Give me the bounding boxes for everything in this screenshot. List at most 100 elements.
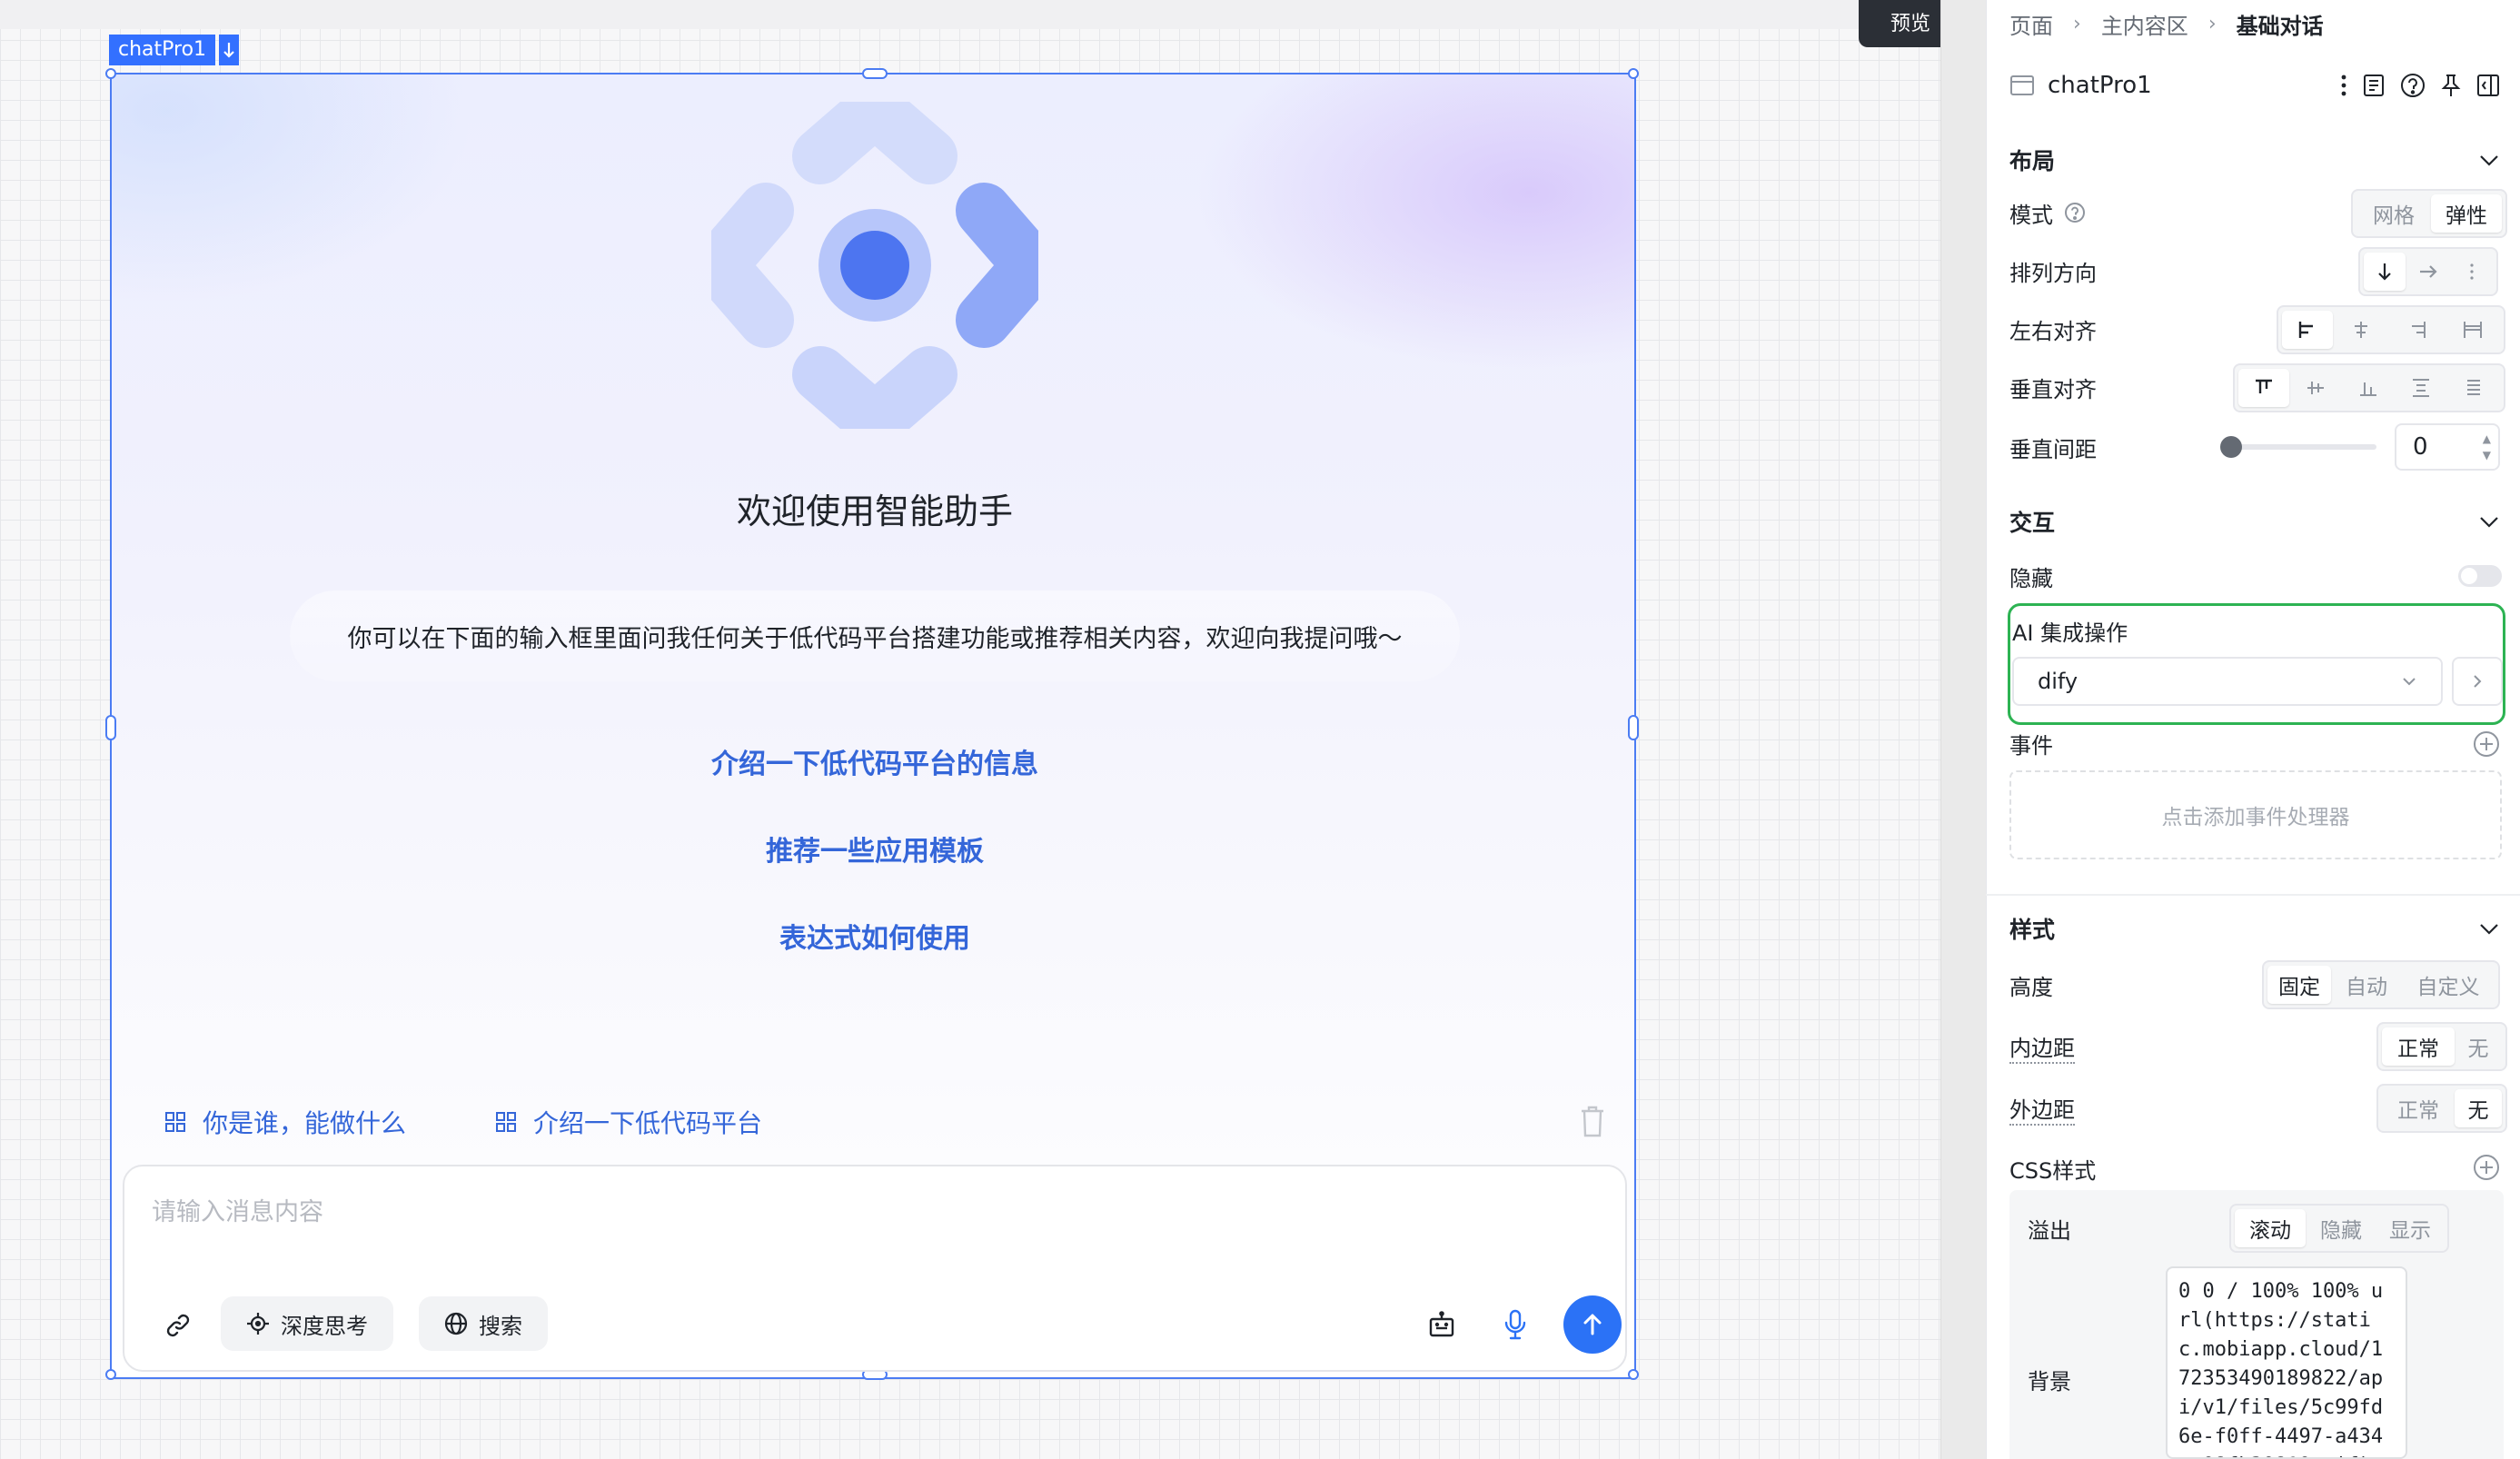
v-gap-slider-track[interactable]: [2231, 444, 2376, 450]
search-label: 搜索: [479, 1313, 522, 1339]
selection-label[interactable]: chatPro1: [109, 35, 240, 65]
component-header: chatPro1: [2009, 67, 2500, 104]
overflow-option-hidden[interactable]: 隐藏: [2306, 1209, 2376, 1247]
suggestion-item[interactable]: 介绍一下低代码平台的信息: [112, 741, 1638, 781]
margin-segmented: 正常 无: [2376, 1084, 2507, 1133]
component-icon: [2010, 75, 2034, 95]
chevron-down-icon[interactable]: [2478, 153, 2500, 167]
style-section-header[interactable]: 样式: [2009, 910, 2500, 947]
add-event-icon[interactable]: [2473, 730, 2500, 758]
breadcrumb: 页面 › 主内容区 › 基础对话: [2009, 7, 2324, 40]
chevron-down-icon[interactable]: [2478, 921, 2500, 936]
deep-think-button[interactable]: 深度思考: [221, 1296, 393, 1351]
events-label: 事件: [2009, 732, 2053, 759]
margin-option-normal[interactable]: 正常: [2382, 1089, 2455, 1127]
message-input[interactable]: 请输入消息内容 深度思考 搜索: [123, 1165, 1627, 1372]
ai-integration-label: AI 集成操作: [2012, 620, 2128, 646]
interaction-section-header[interactable]: 交互: [2009, 503, 2500, 540]
grid-icon: [496, 1112, 516, 1132]
height-option-auto[interactable]: 自动: [2331, 966, 2402, 1004]
align-stretch-icon[interactable]: [2447, 369, 2500, 407]
ai-integration-select[interactable]: dify: [2012, 657, 2443, 706]
component-name[interactable]: chatPro1: [2048, 72, 2152, 99]
arrow-right-icon: [2420, 265, 2437, 278]
document-icon[interactable]: [2362, 74, 2386, 97]
selected-component-name[interactable]: chatPro1: [109, 35, 216, 65]
search-button[interactable]: 搜索: [419, 1296, 548, 1351]
more-icon[interactable]: [2340, 74, 2347, 97]
height-option-custom[interactable]: 自定义: [2402, 966, 2495, 1004]
add-css-icon[interactable]: [2473, 1154, 2500, 1181]
background-label: 背景: [2028, 1368, 2071, 1394]
v-gap-input[interactable]: 0 ▲ ▼: [2395, 423, 2500, 471]
quick-prompt[interactable]: 你是谁，能做什么: [164, 1099, 406, 1145]
suggestion-item[interactable]: 表达式如何使用: [112, 916, 1638, 956]
align-bottom-icon[interactable]: [2342, 369, 2395, 407]
mode-label-text: 模式: [2009, 202, 2053, 228]
mode-segmented: 网格 弹性: [2351, 189, 2507, 238]
link-icon[interactable]: [164, 1312, 192, 1339]
align-middle-icon[interactable]: [2289, 369, 2342, 407]
robot-icon[interactable]: [1427, 1310, 1456, 1339]
more-icon: [2470, 263, 2474, 280]
panel-toggle-icon[interactable]: [2476, 74, 2500, 97]
align-top-icon[interactable]: [2238, 369, 2289, 407]
v-gap-slider-handle[interactable]: [2220, 436, 2242, 458]
align-left-icon[interactable]: [2282, 311, 2333, 349]
background-css-input[interactable]: 0 0 / 100% 100% url(https://static.mobia…: [2166, 1266, 2407, 1459]
breadcrumb-current: 基础对话: [2236, 13, 2324, 39]
breadcrumb-item[interactable]: 页面: [2009, 8, 2053, 40]
resize-handle-top-left[interactable]: [105, 68, 116, 79]
v-gap-label: 垂直间距: [2009, 436, 2097, 462]
layout-section-header[interactable]: 布局: [2009, 142, 2500, 178]
resize-handle-bottom-left[interactable]: [105, 1369, 116, 1380]
intro-message: 你可以在下面的输入框里面问我任何关于低代码平台搭建功能或推荐相关内容，欢迎向我提…: [290, 591, 1460, 681]
hidden-label: 隐藏: [2009, 565, 2053, 591]
overflow-option-scroll[interactable]: 滚动: [2235, 1209, 2306, 1247]
quick-prompt-label: 你是谁，能做什么: [203, 1108, 407, 1138]
intro-text: 你可以在下面的输入框里面问我任何关于低代码平台搭建功能或推荐相关内容，欢迎向我提…: [347, 624, 1403, 653]
resize-handle-top-right[interactable]: [1628, 68, 1639, 79]
help-icon[interactable]: [2400, 73, 2426, 98]
globe-icon: [444, 1312, 468, 1335]
arrow-down-icon[interactable]: [219, 35, 240, 65]
align-justify-icon[interactable]: [2446, 311, 2500, 349]
quick-prompt[interactable]: 介绍一下低代码平台: [495, 1099, 762, 1145]
breadcrumb-item[interactable]: 主内容区: [2101, 8, 2188, 40]
resize-handle-bottom-right[interactable]: [1628, 1369, 1639, 1380]
margin-label-text: 外边距: [2009, 1092, 2075, 1126]
overflow-segmented: 滚动 隐藏 显示: [2229, 1204, 2449, 1253]
height-option-fixed[interactable]: 固定: [2267, 966, 2331, 1004]
help-icon[interactable]: [2064, 202, 2086, 223]
align-right-icon[interactable]: [2389, 311, 2446, 349]
send-button[interactable]: [1563, 1295, 1622, 1354]
align-center-icon[interactable]: [2333, 311, 2389, 349]
suggestion-item[interactable]: 推荐一些应用模板: [112, 829, 1638, 868]
add-event-handler-button[interactable]: 点击添加事件处理器: [2009, 770, 2502, 859]
ai-integration-open-button[interactable]: [2452, 657, 2503, 706]
resize-handle-left[interactable]: [105, 715, 116, 740]
stepper-icon[interactable]: ▲ ▼: [2483, 431, 2491, 463]
margin-option-none[interactable]: 无: [2455, 1089, 2502, 1127]
microphone-icon[interactable]: [1502, 1308, 1529, 1341]
direction-down-option[interactable]: [2364, 253, 2406, 291]
overflow-option-visible[interactable]: 显示: [2376, 1209, 2444, 1247]
mode-option-grid[interactable]: 网格: [2356, 194, 2431, 233]
mode-option-flex[interactable]: 弹性: [2431, 194, 2502, 233]
padding-option-normal[interactable]: 正常: [2382, 1027, 2455, 1066]
resize-handle-top[interactable]: [862, 68, 888, 79]
hidden-toggle[interactable]: [2458, 565, 2502, 587]
direction-wrap-option[interactable]: [2451, 253, 2493, 291]
trash-icon[interactable]: [1578, 1103, 1607, 1139]
v-align-label: 垂直对齐: [2009, 376, 2097, 402]
chevron-down-icon[interactable]: [2478, 514, 2500, 529]
direction-right-option[interactable]: [2406, 253, 2451, 291]
canvas-scrollbar[interactable]: [1940, 0, 1986, 1459]
padding-option-none[interactable]: 无: [2455, 1027, 2502, 1066]
preview-button[interactable]: 预览: [1859, 0, 1940, 47]
align-space-between-icon[interactable]: [2395, 369, 2447, 407]
pin-icon[interactable]: [2440, 73, 2462, 98]
overflow-label: 溢出: [2028, 1217, 2071, 1244]
chat-component[interactable]: 欢迎使用智能助手 你可以在下面的输入框里面问我任何关于低代码平台搭建功能或推荐相…: [105, 68, 1639, 1380]
resize-handle-right[interactable]: [1628, 715, 1639, 740]
